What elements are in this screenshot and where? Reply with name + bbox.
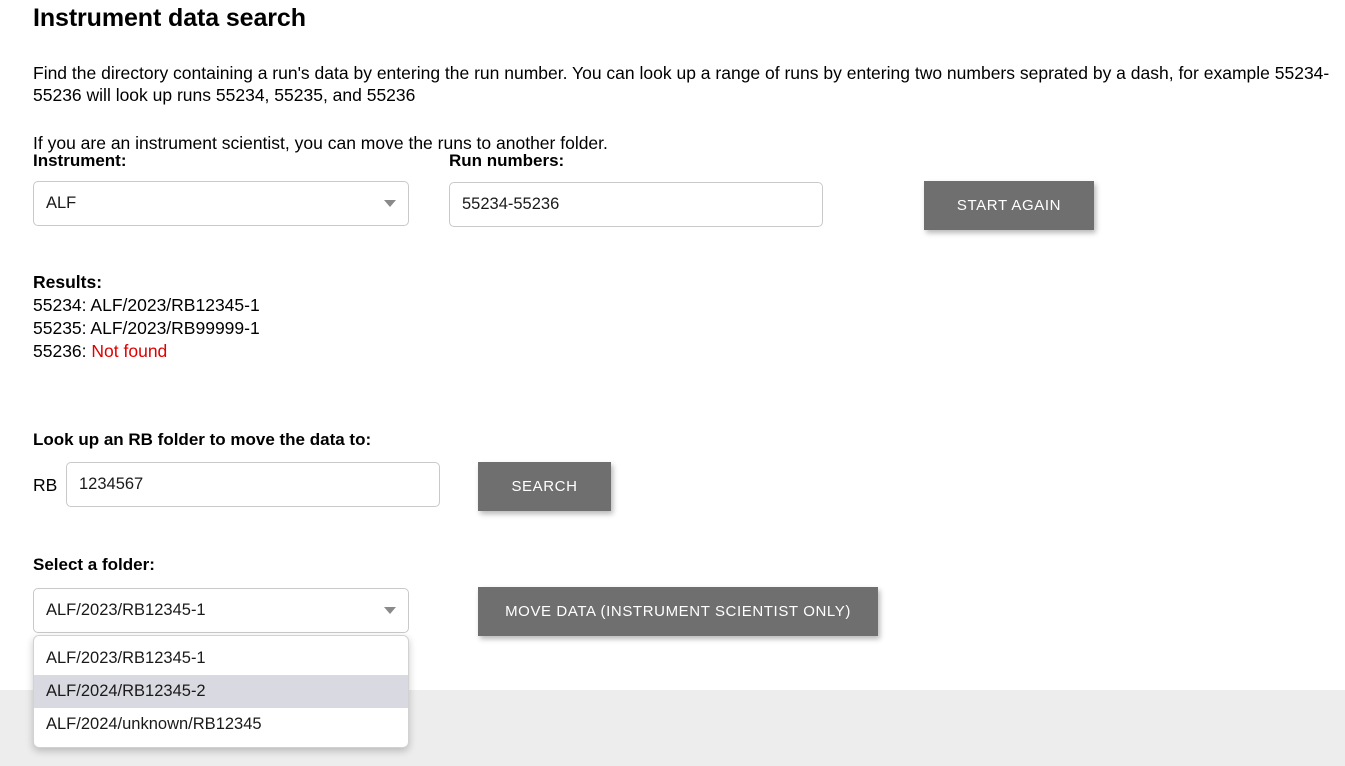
result-not-found: Not found <box>91 341 168 361</box>
result-run-number: 55235: <box>33 318 91 338</box>
run-numbers-label: Run numbers: <box>449 151 565 170</box>
instrument-select[interactable]: ALF <box>33 181 409 226</box>
folder-select[interactable]: ALF/2023/RB12345-1 <box>33 588 409 633</box>
result-run-number: 55234: <box>33 295 91 315</box>
run-numbers-input[interactable] <box>449 182 823 227</box>
rb-prefix-label: RB <box>33 475 58 495</box>
results-block: Results: 55234: ALF/2023/RB12345-1 55235… <box>33 271 260 363</box>
start-again-button[interactable]: START AGAIN <box>924 181 1094 230</box>
result-row: 55236: Not found <box>33 340 260 363</box>
folder-select-value: ALF/2023/RB12345-1 <box>46 601 206 619</box>
instrument-label: Instrument: <box>33 151 127 170</box>
search-button[interactable]: SEARCH <box>478 462 611 511</box>
results-heading: Results: <box>33 272 103 292</box>
page-title: Instrument data search <box>33 4 306 32</box>
result-row: 55234: ALF/2023/RB12345-1 <box>33 294 260 317</box>
rb-lookup-heading: Look up an RB folder to move the data to… <box>33 430 372 449</box>
select-folder-label: Select a folder: <box>33 555 155 574</box>
move-data-button[interactable]: MOVE DATA (INSTRUMENT SCIENTIST ONLY) <box>478 587 878 636</box>
chevron-down-icon <box>384 607 396 614</box>
result-path: ALF/2023/RB99999-1 <box>90 318 260 338</box>
result-run-number: 55236: <box>33 341 92 361</box>
chevron-down-icon <box>384 200 396 207</box>
instrument-select-value: ALF <box>46 194 77 212</box>
result-path: ALF/2023/RB12345-1 <box>90 295 260 315</box>
intro-paragraph: Find the directory containing a run's da… <box>33 62 1330 105</box>
rb-number-input[interactable] <box>66 462 440 507</box>
folder-dropdown-list: ALF/2023/RB12345-1 ALF/2024/RB12345-2 AL… <box>33 635 409 748</box>
instrument-scientist-note: If you are an instrument scientist, you … <box>33 132 608 153</box>
dropdown-option[interactable]: ALF/2024/RB12345-2 <box>34 675 408 708</box>
result-row: 55235: ALF/2023/RB99999-1 <box>33 317 260 340</box>
dropdown-option[interactable]: ALF/2024/unknown/RB12345 <box>34 708 408 741</box>
dropdown-option[interactable]: ALF/2023/RB12345-1 <box>34 642 408 675</box>
